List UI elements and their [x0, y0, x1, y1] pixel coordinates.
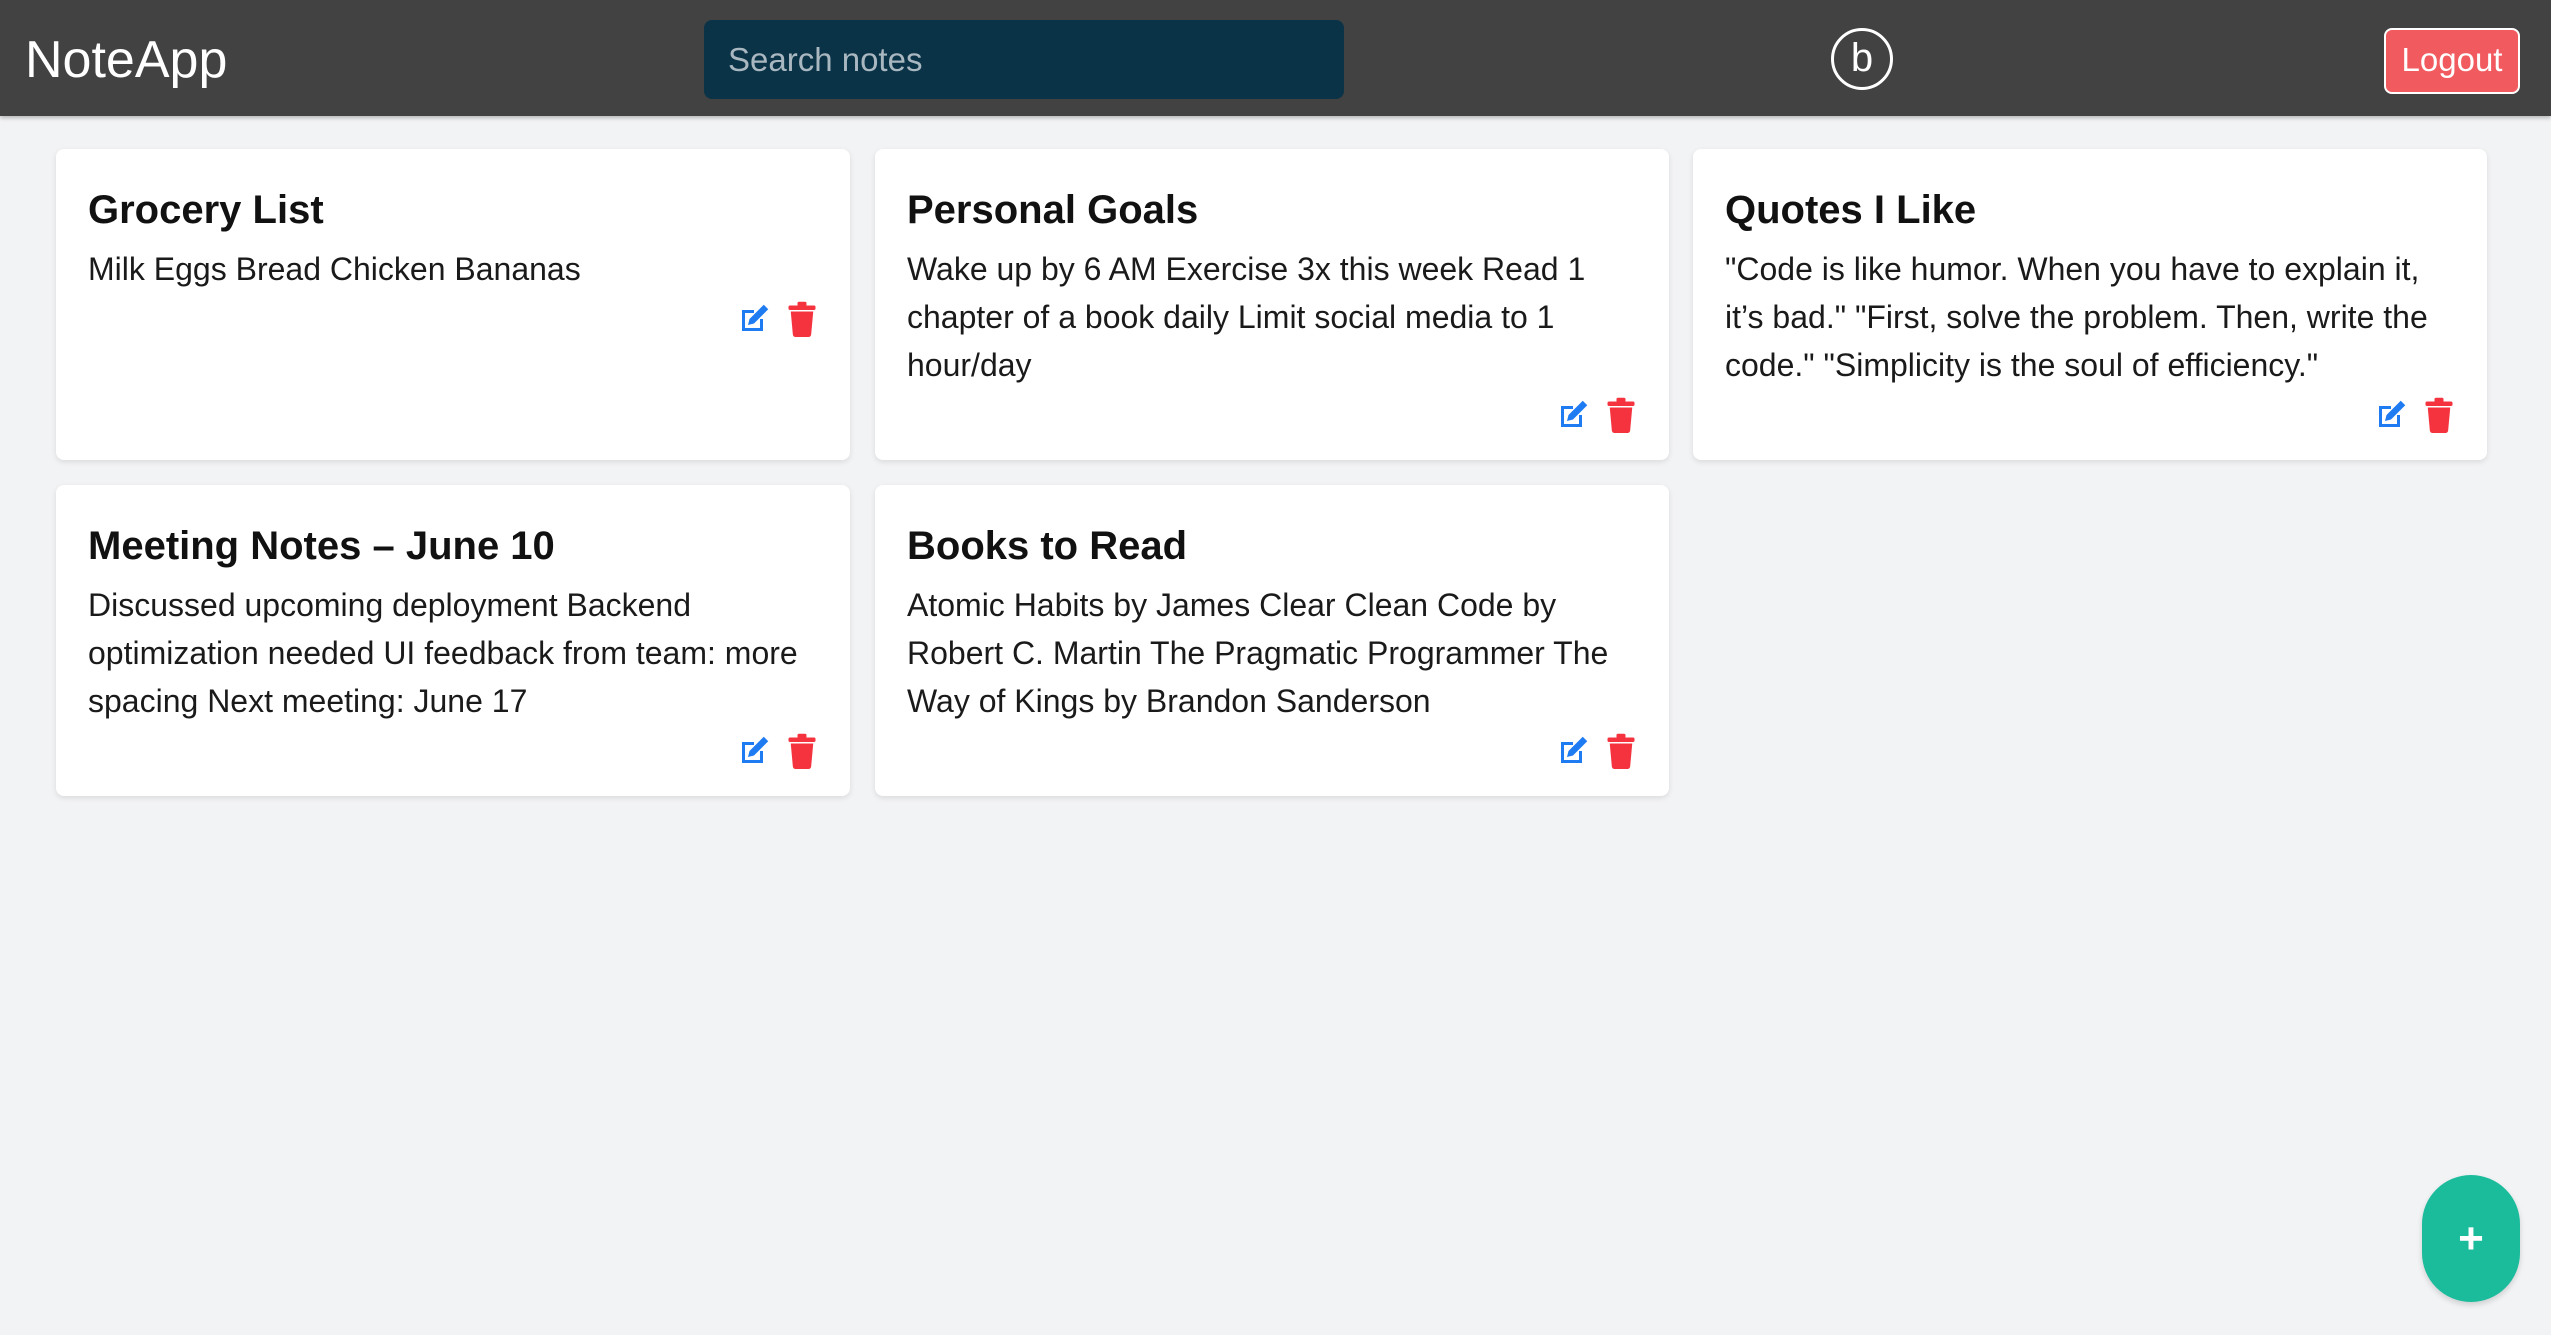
- edit-icon[interactable]: [1555, 733, 1591, 769]
- logout-button[interactable]: Logout: [2384, 28, 2520, 94]
- note-actions: [736, 301, 818, 337]
- note-body: "Code is like humor. When you have to ex…: [1725, 251, 2428, 383]
- trash-icon[interactable]: [2423, 397, 2455, 433]
- edit-icon[interactable]: [2373, 397, 2409, 433]
- note-body: Atomic Habits by James Clear Clean Code …: [907, 587, 1609, 719]
- trash-icon[interactable]: [1605, 397, 1637, 433]
- edit-icon[interactable]: [1555, 397, 1591, 433]
- add-note-button[interactable]: +: [2422, 1175, 2520, 1302]
- note-card: Grocery List Milk Eggs Bread Chicken Ban…: [56, 149, 850, 460]
- trash-icon[interactable]: [786, 733, 818, 769]
- note-title: Meeting Notes – June 10: [88, 524, 555, 568]
- brand-logo[interactable]: NoteApp: [25, 28, 227, 92]
- trash-icon[interactable]: [1605, 733, 1637, 769]
- note-title: Quotes I Like: [1725, 188, 1977, 232]
- note-actions: [2373, 397, 2455, 433]
- note-title: Personal Goals: [907, 188, 1199, 232]
- note-actions: [1555, 397, 1637, 433]
- search-input[interactable]: [704, 20, 1344, 99]
- note-card: Meeting Notes – June 10 Discussed upcomi…: [56, 485, 850, 796]
- note-actions: [736, 733, 818, 769]
- note-card: Books to Read Atomic Habits by James Cle…: [875, 485, 1669, 796]
- avatar[interactable]: b: [1831, 28, 1893, 90]
- note-body: Discussed upcoming deployment Backend op…: [88, 587, 798, 719]
- edit-icon[interactable]: [736, 301, 772, 337]
- note-title: Grocery List: [88, 188, 324, 232]
- edit-icon[interactable]: [736, 733, 772, 769]
- navbar: NoteApp b Logout: [0, 0, 2551, 116]
- note-card: Quotes I Like "Code is like humor. When …: [1693, 149, 2487, 460]
- note-title: Books to Read: [907, 524, 1188, 568]
- trash-icon[interactable]: [786, 301, 818, 337]
- note-actions: [1555, 733, 1637, 769]
- note-body: Milk Eggs Bread Chicken Bananas: [88, 251, 581, 287]
- note-card: Personal Goals Wake up by 6 AM Exercise …: [875, 149, 1669, 460]
- note-body: Wake up by 6 AM Exercise 3x this week Re…: [907, 251, 1586, 383]
